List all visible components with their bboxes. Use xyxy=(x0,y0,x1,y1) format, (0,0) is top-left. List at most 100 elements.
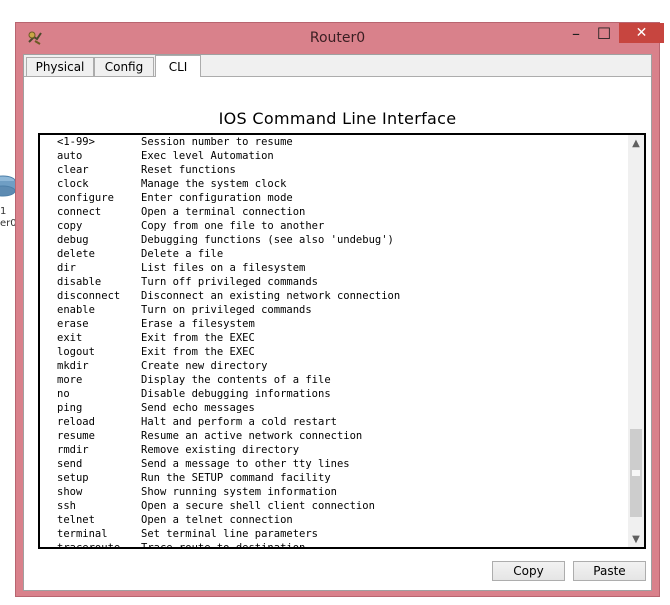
command-name: more xyxy=(57,374,83,386)
command-name: connect xyxy=(57,206,102,218)
tab-cli-label: CLI xyxy=(168,59,188,74)
command-name: ping xyxy=(57,402,83,414)
command-name: clear xyxy=(57,164,89,176)
copy-button[interactable]: Copy xyxy=(492,561,565,581)
terminal-line: connect Open a terminal connection xyxy=(57,205,627,219)
terminal-line: <1-99> Session number to resume xyxy=(57,135,627,149)
title-bar[interactable]: Router0 – ☐ ✕ xyxy=(16,23,664,53)
command-name: ssh xyxy=(57,500,76,512)
terminal-output[interactable]: <1-99> Session number to resume auto Exec l… xyxy=(38,133,646,549)
command-name: <1-99> xyxy=(57,136,95,148)
thumb-grip-icon xyxy=(632,470,640,476)
command-name: erase xyxy=(57,318,89,330)
terminal-line: disable Turn off privileged commands xyxy=(57,275,627,289)
terminal-line: copy Copy from one file to another xyxy=(57,219,627,233)
command-name: show xyxy=(57,486,83,498)
terminal-line: reload Halt and perform a cold restart xyxy=(57,415,627,429)
terminal-line: no Disable debugging informations xyxy=(57,387,627,401)
terminal-line: disconnect Disconnect an existing network… xyxy=(57,289,627,303)
command-description: Open a telnet connection xyxy=(141,514,293,526)
command-name: delete xyxy=(57,248,95,260)
command-description: Manage the system clock xyxy=(141,178,287,190)
terminal-line: resume Resume an active network connectio… xyxy=(57,429,627,443)
command-description: Enter configuration mode xyxy=(141,192,293,204)
tab-cli[interactable]: CLI xyxy=(155,55,201,77)
terminal-line: dir List files on a filesystem xyxy=(57,261,627,275)
scrollbar-thumb[interactable] xyxy=(630,429,642,517)
terminal-line: mkdir Create new directory xyxy=(57,359,627,373)
terminal-line: enable Turn on privileged commands xyxy=(57,303,627,317)
command-name: exit xyxy=(57,332,83,344)
terminal-line: clock Manage the system clock xyxy=(57,177,627,191)
cli-panel: IOS Command Line Interface <1-99> Session… xyxy=(24,77,651,590)
terminal-line: send Send a message to other tty lines xyxy=(57,457,627,471)
command-description: Exec level Automation xyxy=(141,150,274,162)
command-name: copy xyxy=(57,220,83,232)
scroll-down-arrow-icon[interactable]: ▼ xyxy=(628,531,644,547)
terminal-line: auto Exec level Automation xyxy=(57,149,627,163)
command-description: Erase a filesystem xyxy=(141,318,255,330)
terminal-line: clear Reset functions xyxy=(57,163,627,177)
router-device-icon[interactable] xyxy=(0,174,16,198)
terminal-line: rmdir Remove existing directory xyxy=(57,443,627,457)
cli-header: IOS Command Line Interface xyxy=(218,109,457,128)
command-name: no xyxy=(57,388,70,400)
command-name: reload xyxy=(57,416,95,428)
terminal-line: configure Enter configuration mode xyxy=(57,191,627,205)
command-name: logout xyxy=(57,346,95,358)
tab-config-label: Config xyxy=(104,60,144,74)
command-description: Open a terminal connection xyxy=(141,206,306,218)
command-name: dir xyxy=(57,262,76,274)
command-description: Run the SETUP command facility xyxy=(141,472,331,484)
tab-physical[interactable]: Physical xyxy=(26,57,94,76)
command-name: disconnect xyxy=(57,290,121,302)
close-icon: ✕ xyxy=(635,25,648,41)
minimize-button[interactable]: – xyxy=(562,23,590,43)
command-description: Delete a file xyxy=(141,248,224,260)
command-name: terminal xyxy=(57,528,108,540)
command-description: Show running system information xyxy=(141,486,337,498)
close-button[interactable]: ✕ xyxy=(619,23,664,43)
paste-button[interactable]: Paste xyxy=(573,561,646,581)
window-client-area: Physical Config CLI IOS Command Line Int… xyxy=(23,54,652,591)
terminal-line: setup Run the SETUP command facility xyxy=(57,471,627,485)
command-name: enable xyxy=(57,304,95,316)
terminal-line: erase Erase a filesystem xyxy=(57,317,627,331)
maximize-button[interactable]: ☐ xyxy=(590,23,618,43)
terminal-scrollbar[interactable]: ▲ ▼ xyxy=(628,135,644,547)
command-name: mkdir xyxy=(57,360,89,372)
command-description: Remove existing directory xyxy=(141,444,300,456)
tab-config[interactable]: Config xyxy=(94,57,154,76)
terminal-line: traceroute Trace route to destination xyxy=(57,541,627,549)
router-window: Router0 – ☐ ✕ Physical Config CLI IOS Co… xyxy=(15,22,664,597)
command-description: Session number to resume xyxy=(141,136,293,148)
terminal-line: logout Exit from the EXEC xyxy=(57,345,627,359)
command-description: List files on a filesystem xyxy=(141,262,306,274)
command-description: Send echo messages xyxy=(141,402,255,414)
terminal-line: telnet Open a telnet connection xyxy=(57,513,627,527)
maximize-icon: ☐ xyxy=(596,23,612,43)
command-name: resume xyxy=(57,430,95,442)
command-description: Send a message to other tty lines xyxy=(141,458,350,470)
command-description: Disconnect an existing network connectio… xyxy=(141,290,401,302)
command-description: Trace route to destination xyxy=(141,542,306,549)
command-description: Debugging functions (see also 'undebug') xyxy=(141,234,394,246)
terminal-line: exit Exit from the EXEC xyxy=(57,331,627,345)
command-description: Turn off privileged commands xyxy=(141,276,319,288)
scroll-up-arrow-icon[interactable]: ▲ xyxy=(628,135,644,151)
command-description: Turn on privileged commands xyxy=(141,304,312,316)
command-name: traceroute xyxy=(57,542,121,549)
command-description: Halt and perform a cold restart xyxy=(141,416,337,428)
command-name: auto xyxy=(57,150,83,162)
command-name: disable xyxy=(57,276,102,288)
command-description: Exit from the EXEC xyxy=(141,346,255,358)
terminal-line: debug Debugging functions (see also 'unde… xyxy=(57,233,627,247)
terminal-line: terminal Set terminal line parameters xyxy=(57,527,627,541)
terminal-lines: <1-99> Session number to resume auto Exec l… xyxy=(57,135,627,549)
command-description: Create new directory xyxy=(141,360,268,372)
terminal-line: more Display the contents of a file xyxy=(57,373,627,387)
tab-physical-label: Physical xyxy=(35,60,85,74)
command-name: clock xyxy=(57,178,89,190)
command-name: debug xyxy=(57,234,89,246)
terminal-line: show Show running system information xyxy=(57,485,627,499)
